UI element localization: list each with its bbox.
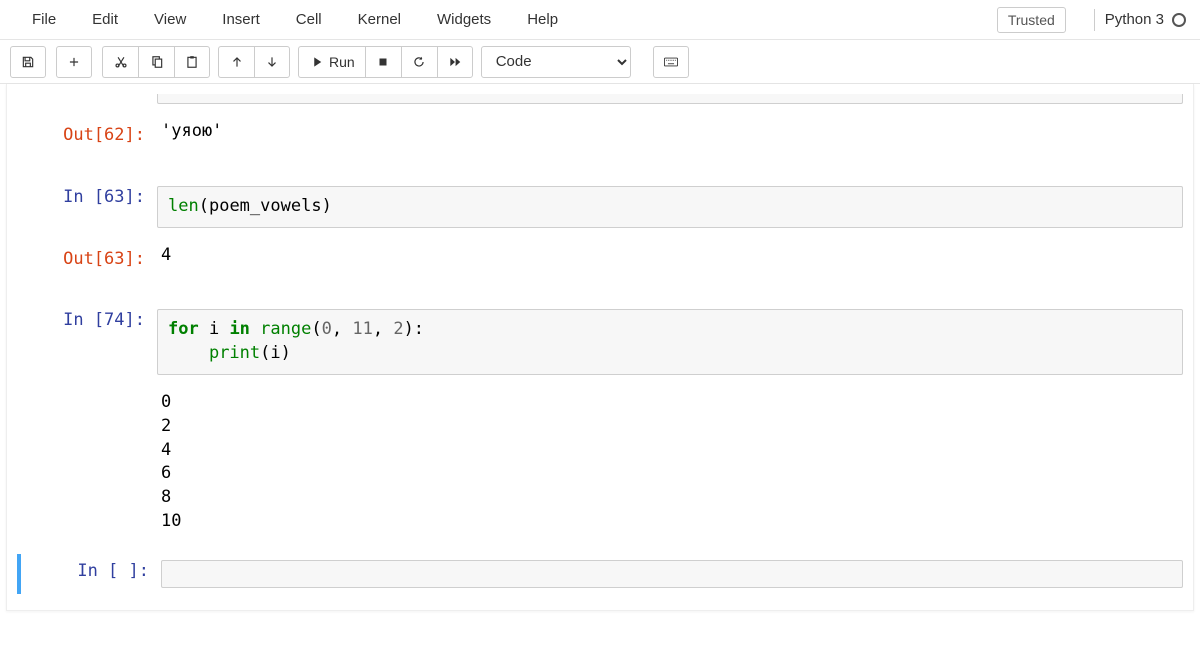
arrow-up-icon	[230, 55, 244, 69]
command-palette-button[interactable]	[653, 46, 689, 78]
menubar: File Edit View Insert Cell Kernel Widget…	[0, 0, 1200, 40]
cell-input: In [63]: len(poem_vowels)	[7, 176, 1193, 238]
menu-edit[interactable]: Edit	[74, 5, 136, 34]
cell-output: Out[63]: 4	[7, 238, 1193, 280]
code-input[interactable]: for i in range(0, 11, 2): print(i)	[157, 309, 1183, 375]
run-button[interactable]: Run	[298, 46, 365, 78]
cut-button[interactable]	[102, 46, 138, 78]
output-text: 'уяою'	[157, 118, 1183, 146]
restart-icon	[412, 55, 426, 69]
restart-button[interactable]	[401, 46, 437, 78]
code-input[interactable]	[161, 560, 1183, 588]
scissors-icon	[114, 55, 128, 69]
out-prompt: Out[62]:	[17, 118, 157, 152]
output-text: 4	[157, 242, 1183, 270]
menu-cell[interactable]: Cell	[278, 5, 340, 34]
run-group: Run	[298, 46, 473, 78]
out-prompt-empty	[17, 389, 157, 399]
add-cell-button[interactable]	[56, 46, 92, 78]
keyboard-icon	[664, 55, 678, 69]
active-cell[interactable]: In [ ]:	[17, 554, 1183, 594]
paste-button[interactable]	[174, 46, 210, 78]
run-icon	[309, 55, 323, 69]
cell-type-select[interactable]: Code	[481, 46, 631, 78]
fast-forward-icon	[448, 55, 462, 69]
paste-icon	[185, 55, 199, 69]
move-group	[218, 46, 290, 78]
menu-file[interactable]: File	[14, 5, 74, 34]
restart-run-all-button[interactable]	[437, 46, 473, 78]
copy-button[interactable]	[138, 46, 174, 78]
kernel-name[interactable]: Python 3	[1105, 11, 1164, 28]
save-button[interactable]	[10, 46, 46, 78]
save-icon	[21, 55, 35, 69]
cell-output: Out[62]: 'уяою'	[7, 114, 1193, 156]
separator	[1094, 9, 1095, 31]
copy-icon	[150, 55, 164, 69]
clipboard-group	[102, 46, 210, 78]
move-down-button[interactable]	[254, 46, 290, 78]
menu-widgets[interactable]: Widgets	[419, 5, 509, 34]
out-prompt: Out[63]:	[17, 242, 157, 276]
cell-input: In [74]: for i in range(0, 11, 2): print…	[7, 299, 1193, 385]
toolbar: Run Code	[0, 40, 1200, 84]
code-input[interactable]: len(poem_vowels)	[157, 186, 1183, 228]
move-up-button[interactable]	[218, 46, 254, 78]
run-label: Run	[329, 54, 355, 70]
in-prompt: In [63]:	[17, 180, 157, 214]
stop-icon	[376, 55, 390, 69]
arrow-down-icon	[265, 55, 279, 69]
cell-input-partial	[7, 84, 1193, 114]
menu-view[interactable]: View	[136, 5, 204, 34]
plus-icon	[67, 55, 81, 69]
cell-output: 0 2 4 6 8 10	[7, 385, 1193, 540]
notebook-area: Out[62]: 'уяою' In [63]: len(poem_vowels…	[0, 84, 1200, 611]
kernel-status-icon	[1172, 13, 1186, 27]
interrupt-button[interactable]	[365, 46, 401, 78]
in-prompt: In [74]:	[17, 303, 157, 337]
menu-help[interactable]: Help	[509, 5, 576, 34]
menu-insert[interactable]: Insert	[204, 5, 278, 34]
menu-kernel[interactable]: Kernel	[340, 5, 419, 34]
trusted-indicator[interactable]: Trusted	[997, 7, 1066, 33]
code-input-partial[interactable]	[157, 94, 1183, 104]
stdout-text: 0 2 4 6 8 10	[157, 389, 1183, 536]
in-prompt: In [ ]:	[27, 554, 161, 588]
